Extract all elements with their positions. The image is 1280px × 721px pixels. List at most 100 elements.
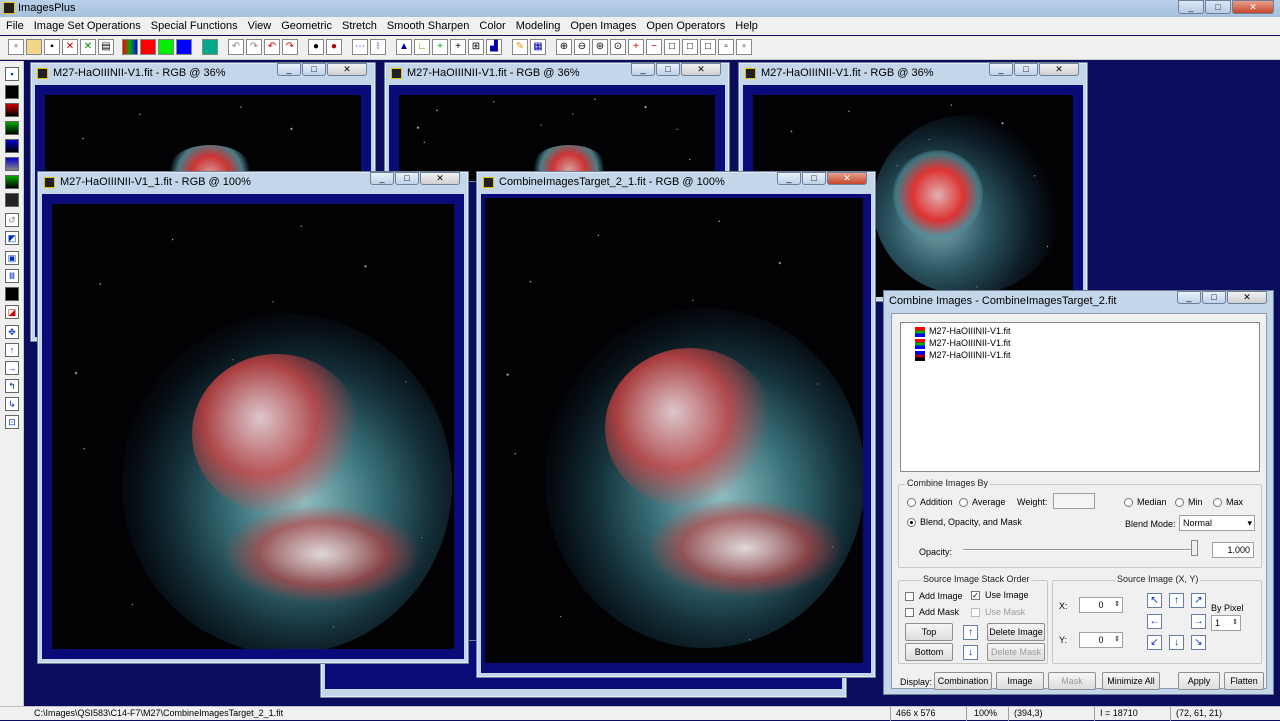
menu-color[interactable]: Color bbox=[479, 20, 505, 32]
frame-1-icon[interactable]: □ bbox=[664, 39, 680, 55]
apply-button[interactable]: Apply bbox=[1178, 672, 1220, 690]
frame-5-icon[interactable]: ▫ bbox=[736, 39, 752, 55]
bars-icon[interactable]: Ⅲ bbox=[5, 269, 19, 283]
app-close-button[interactable]: ✕ bbox=[1232, 0, 1274, 14]
close-button[interactable]: ✕ bbox=[681, 63, 721, 76]
black-white-icon[interactable] bbox=[5, 193, 19, 207]
menu-file[interactable]: File bbox=[6, 20, 24, 32]
delete-image-button[interactable]: Delete Image bbox=[987, 623, 1045, 641]
add-image-checkbox[interactable] bbox=[905, 592, 914, 601]
spin-arrows-icon[interactable]: ⇕ bbox=[1114, 633, 1120, 647]
opacity-input[interactable]: 1.000 bbox=[1212, 542, 1254, 558]
close-all-icon[interactable]: ✕ bbox=[80, 39, 96, 55]
arrow-up-icon[interactable]: ↑ bbox=[1169, 593, 1184, 608]
pattern-icon[interactable]: ▦ bbox=[530, 39, 546, 55]
undo-all-icon[interactable]: ↶ bbox=[264, 39, 280, 55]
histogram-icon[interactable]: ▲ bbox=[396, 39, 412, 55]
zoom-fit-icon[interactable]: ⊛ bbox=[592, 39, 608, 55]
box-icon[interactable]: ▣ bbox=[5, 251, 19, 265]
average-radio[interactable] bbox=[959, 498, 968, 507]
circle-mask-icon[interactable]: ● bbox=[326, 39, 342, 55]
red-black-icon[interactable] bbox=[5, 103, 19, 117]
black-bar-icon[interactable] bbox=[5, 287, 19, 301]
opacity-slider-thumb[interactable] bbox=[1191, 540, 1198, 556]
maximize-button[interactable]: □ bbox=[395, 172, 419, 185]
arrow-down-left-icon[interactable]: ↙ bbox=[1147, 635, 1162, 650]
blend-radio[interactable] bbox=[907, 518, 916, 527]
green-gray-icon[interactable] bbox=[5, 175, 19, 189]
app-maximize-button[interactable]: □ bbox=[1205, 0, 1231, 14]
list-item[interactable]: M27-HaOIIINII-V1.fit bbox=[929, 350, 1011, 360]
menu-open-images[interactable]: Open Images bbox=[570, 20, 636, 32]
use-image-checkbox[interactable]: ✓ bbox=[971, 591, 980, 600]
menu-special-functions[interactable]: Special Functions bbox=[151, 20, 238, 32]
dots-icon[interactable]: ⋯ bbox=[352, 39, 368, 55]
maximize-button[interactable]: □ bbox=[656, 63, 680, 76]
combination-button[interactable]: Combination bbox=[934, 672, 992, 690]
info-grid-icon[interactable]: ⊞ bbox=[468, 39, 484, 55]
green-black-icon[interactable] bbox=[5, 121, 19, 135]
save-small-icon[interactable]: ▪ bbox=[5, 67, 19, 81]
redo-all-icon[interactable]: ↷ bbox=[282, 39, 298, 55]
minimize-button[interactable]: _ bbox=[370, 172, 394, 185]
max-radio[interactable] bbox=[1213, 498, 1222, 507]
arrow-up-right-icon[interactable]: ↗ bbox=[1191, 593, 1206, 608]
frame-2-icon[interactable]: □ bbox=[682, 39, 698, 55]
median-radio[interactable] bbox=[1124, 498, 1133, 507]
arrow-right-icon[interactable]: → bbox=[5, 361, 19, 375]
move-down-icon[interactable]: ↓ bbox=[963, 645, 978, 660]
add-icon[interactable]: + bbox=[432, 39, 448, 55]
pencil-icon[interactable]: ✎ bbox=[512, 39, 528, 55]
y-input[interactable]: 0 ⇕ bbox=[1079, 632, 1123, 648]
record-icon[interactable]: ◪ bbox=[5, 305, 19, 319]
dialog-maximize-button[interactable]: □ bbox=[1202, 291, 1226, 304]
top-button[interactable]: Top bbox=[905, 623, 953, 641]
copy-icon[interactable]: ▤ bbox=[98, 39, 114, 55]
green-channel-icon[interactable] bbox=[158, 39, 174, 55]
zoom-minus-red-icon[interactable]: − bbox=[646, 39, 662, 55]
open-icon[interactable] bbox=[26, 39, 42, 55]
redo-icon[interactable]: ↷ bbox=[246, 39, 262, 55]
image-canvas[interactable] bbox=[485, 198, 863, 663]
close-button[interactable]: ✕ bbox=[1039, 63, 1079, 76]
dialog-minimize-button[interactable]: _ bbox=[1177, 291, 1201, 304]
axis-icon[interactable]: ∟ bbox=[414, 39, 430, 55]
blue-black-icon[interactable] bbox=[5, 139, 19, 153]
close-button[interactable]: ✕ bbox=[327, 63, 367, 76]
rotate-left-icon[interactable]: ↰ bbox=[5, 379, 19, 393]
maximize-button[interactable]: □ bbox=[302, 63, 326, 76]
use-mask-checkbox[interactable] bbox=[971, 608, 980, 617]
dialog-close-button[interactable]: ✕ bbox=[1227, 291, 1267, 304]
source-image-list[interactable]: M27-HaOIIINII-V1.fit M27-HaOIIINII-V1.fi… bbox=[900, 322, 1260, 472]
spin-arrows-icon[interactable]: ⇕ bbox=[1232, 616, 1238, 630]
minimize-button[interactable]: _ bbox=[631, 63, 655, 76]
chart-icon[interactable]: ▟ bbox=[486, 39, 502, 55]
blue-channel-icon[interactable] bbox=[176, 39, 192, 55]
grid-icon[interactable] bbox=[202, 39, 218, 55]
arrow-up-icon[interactable]: ↑ bbox=[5, 343, 19, 357]
close-button[interactable]: ✕ bbox=[420, 172, 460, 185]
close-button[interactable]: ✕ bbox=[827, 172, 867, 185]
circle-select-icon[interactable]: ● bbox=[308, 39, 324, 55]
menu-help[interactable]: Help bbox=[735, 20, 758, 32]
list-item[interactable]: M27-HaOIIINII-V1.fit bbox=[929, 338, 1011, 348]
minimize-button[interactable]: _ bbox=[277, 63, 301, 76]
menu-geometric[interactable]: Geometric bbox=[281, 20, 332, 32]
rotate-icon[interactable]: ↺ bbox=[5, 213, 19, 227]
minimize-all-button[interactable]: Minimize All bbox=[1102, 672, 1160, 690]
frame-3-icon[interactable]: □ bbox=[700, 39, 716, 55]
move-up-icon[interactable]: ↑ bbox=[963, 625, 978, 640]
rotate-right-icon[interactable]: ↳ bbox=[5, 397, 19, 411]
zoom-out-icon[interactable]: ⊖ bbox=[574, 39, 590, 55]
save-icon[interactable]: ▪ bbox=[44, 39, 60, 55]
undo-icon[interactable]: ↶ bbox=[228, 39, 244, 55]
move-icon[interactable]: ✥ bbox=[5, 325, 19, 339]
menu-open-operators[interactable]: Open Operators bbox=[646, 20, 725, 32]
by-pixel-input[interactable]: 1 ⇕ bbox=[1211, 615, 1241, 631]
crosshair-icon[interactable]: + bbox=[450, 39, 466, 55]
image-window-4[interactable]: M27-HaOIIINII-V1_1.fit - RGB @ 100% _ □ ✕ bbox=[37, 171, 469, 664]
close-image-icon[interactable]: ✕ bbox=[62, 39, 78, 55]
minimize-button[interactable]: _ bbox=[777, 172, 801, 185]
points-icon[interactable]: ⁝ bbox=[370, 39, 386, 55]
frame-4-icon[interactable]: ▫ bbox=[718, 39, 734, 55]
